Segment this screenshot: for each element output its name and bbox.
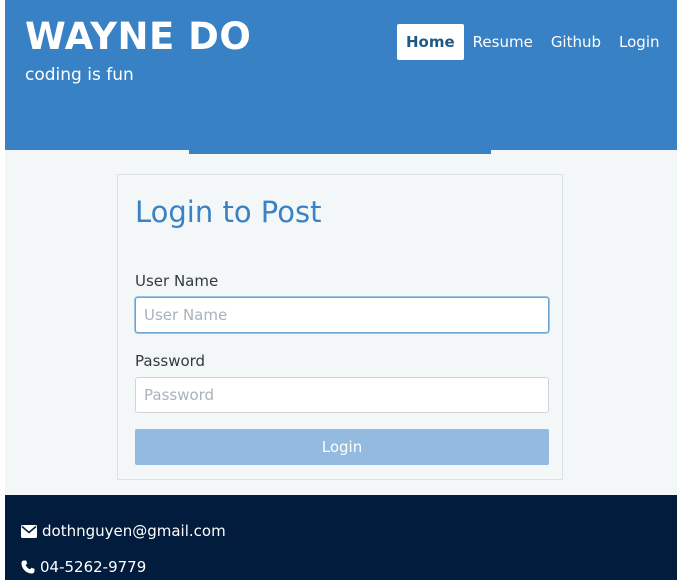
email-text[interactable]: dothnguyen@gmail.com xyxy=(42,521,226,541)
nav-resume[interactable]: Resume xyxy=(464,24,542,60)
username-label: User Name xyxy=(135,272,219,290)
header-tab-decoration xyxy=(189,148,491,154)
email-contact: dothnguyen@gmail.com xyxy=(21,521,226,541)
username-input[interactable] xyxy=(135,297,549,333)
phone-text[interactable]: 04-5262-9779 xyxy=(40,557,146,577)
login-card: Login to Post User Name Password Login xyxy=(117,174,563,480)
login-button[interactable]: Login xyxy=(135,429,549,465)
site-subtitle: coding is fun xyxy=(25,65,134,85)
nav-login[interactable]: Login xyxy=(610,24,668,60)
nav-github[interactable]: Github xyxy=(542,24,610,60)
phone-contact: 04-5262-9779 xyxy=(21,557,146,577)
site-title: WAYNE DO xyxy=(25,15,252,58)
envelope-icon xyxy=(21,524,42,538)
phone-icon xyxy=(21,560,40,574)
main-nav: Home Resume Github Login xyxy=(397,24,669,60)
nav-home[interactable]: Home xyxy=(397,24,464,60)
page: WAYNE DO coding is fun Home Resume Githu… xyxy=(5,0,677,580)
site-footer: dothnguyen@gmail.com 04-5262-9779 xyxy=(5,495,677,580)
login-title: Login to Post xyxy=(135,195,322,229)
password-label: Password xyxy=(135,352,206,370)
site-header: WAYNE DO coding is fun Home Resume Githu… xyxy=(5,0,677,150)
password-input[interactable] xyxy=(135,377,549,413)
